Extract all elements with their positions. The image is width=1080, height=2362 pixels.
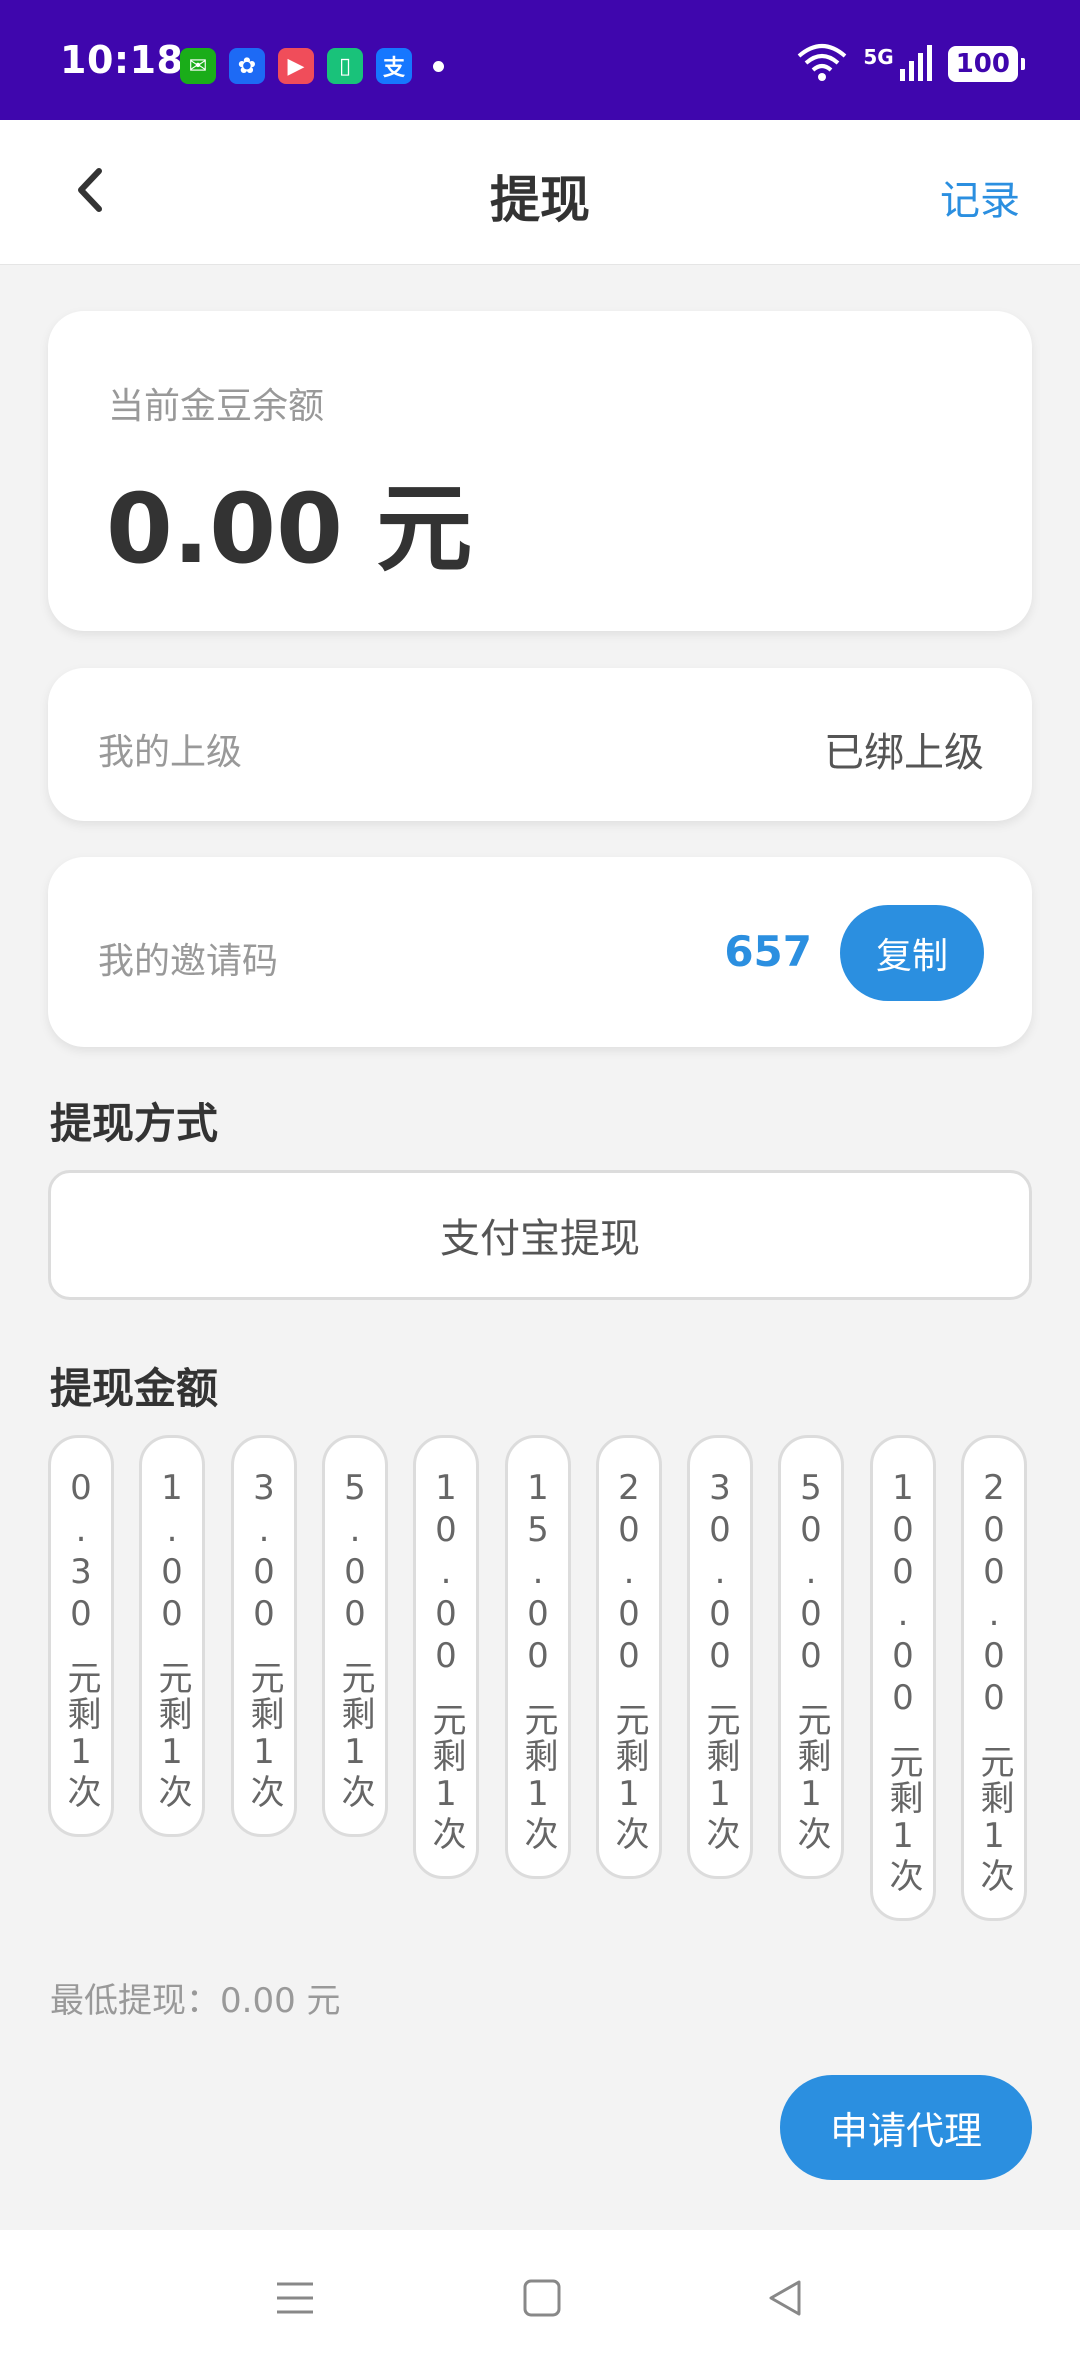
amount-remaining: 元剩1次	[974, 1744, 1014, 1894]
home-square-icon	[523, 2279, 561, 2317]
amount-value: 15.00	[518, 1468, 558, 1678]
menu-button[interactable]	[265, 2268, 325, 2328]
amount-value: 1.00	[152, 1468, 192, 1636]
signal-icon	[899, 43, 934, 85]
network-label: 5G	[863, 45, 894, 69]
page-title: 提现	[490, 171, 590, 229]
amount-value: 200.00	[974, 1468, 1014, 1720]
amount-remaining: 元剩1次	[609, 1702, 649, 1852]
amount-remaining: 元剩1次	[426, 1702, 466, 1852]
fan-app-icon: ✿	[229, 48, 265, 84]
amount-option[interactable]: 0.30 元剩1次	[48, 1435, 114, 1837]
amount-remaining: 元剩1次	[152, 1660, 192, 1810]
battery-indicator: 100	[947, 46, 1026, 82]
copy-button[interactable]: 复制	[840, 905, 984, 1001]
balance-card: 当前金豆余额 0.00 元	[48, 311, 1032, 631]
amount-remaining: 元剩1次	[791, 1702, 831, 1852]
amount-option[interactable]: 100.00 元剩1次	[870, 1435, 936, 1921]
alipay-withdraw-option[interactable]: 支付宝提现	[48, 1170, 1032, 1300]
amount-option[interactable]: 15.00 元剩1次	[505, 1435, 571, 1879]
amount-remaining: 元剩1次	[335, 1660, 375, 1810]
balance-value: 0.00 元	[106, 473, 473, 585]
amount-options: 0.30 元剩1次 1.00 元剩1次 3.00 元剩1次 5.00 元剩1次 10.00 元剩1…	[48, 1435, 1032, 1955]
amount-value: 100.00	[883, 1468, 923, 1720]
nav-bar: 提现 记录	[0, 120, 1080, 265]
amount-option[interactable]: 3.00 元剩1次	[231, 1435, 297, 1837]
status-app-icons: ✉ ✿ ▶ ▯ 支	[180, 48, 444, 84]
amount-option[interactable]: 1.00 元剩1次	[139, 1435, 205, 1837]
invite-label: 我的邀请码	[98, 941, 279, 982]
green-app-icon: ▯	[327, 48, 363, 84]
min-withdraw-text: 最低提现：0.00 元	[50, 1981, 341, 2021]
apply-agent-button[interactable]: 申请代理	[780, 2075, 1032, 2180]
more-notifications-dot	[433, 60, 444, 72]
amount-option[interactable]: 50.00 元剩1次	[778, 1435, 844, 1879]
amount-option[interactable]: 30.00 元剩1次	[687, 1435, 753, 1879]
status-indicators: 5G 100	[795, 42, 1026, 86]
amount-remaining: 元剩1次	[700, 1702, 740, 1852]
amount-value: 5.00	[335, 1468, 375, 1636]
amount-value: 30.00	[700, 1468, 740, 1678]
back-triangle-icon	[769, 2280, 801, 2316]
amount-option[interactable]: 200.00 元剩1次	[961, 1435, 1027, 1921]
amount-remaining: 元剩1次	[518, 1702, 558, 1852]
amount-value: 50.00	[791, 1468, 831, 1678]
alipay-icon: 支	[376, 48, 412, 84]
menu-icon	[277, 2282, 313, 2314]
status-bar: 10:18 ✉ ✿ ▶ ▯ 支 5G 100	[0, 0, 1080, 120]
amount-remaining: 元剩1次	[244, 1660, 284, 1810]
superior-label: 我的上级	[98, 732, 243, 773]
invite-code: 657	[724, 927, 812, 976]
amount-remaining: 元剩1次	[883, 1744, 923, 1894]
amount-value: 20.00	[609, 1468, 649, 1678]
status-time: 10:18	[60, 38, 184, 82]
record-link[interactable]: 记录	[940, 168, 1020, 226]
amount-option[interactable]: 10.00 元剩1次	[413, 1435, 479, 1879]
invite-card: 我的邀请码 657 复制	[48, 857, 1032, 1047]
system-back-button[interactable]	[755, 2268, 815, 2328]
superior-value: 已绑上级	[824, 730, 984, 776]
amount-value: 3.00	[244, 1468, 284, 1636]
amount-option[interactable]: 20.00 元剩1次	[596, 1435, 662, 1879]
video-app-icon: ▶	[278, 48, 314, 84]
withdraw-amount-title: 提现金额	[50, 1364, 219, 1413]
system-nav-bar	[0, 2230, 1080, 2362]
balance-label: 当前金豆余额	[108, 386, 325, 427]
withdraw-method-title: 提现方式	[50, 1099, 219, 1148]
amount-value: 10.00	[426, 1468, 466, 1678]
amount-value: 0.30	[61, 1468, 101, 1636]
home-button[interactable]	[512, 2268, 572, 2328]
superior-card: 我的上级 已绑上级	[48, 668, 1032, 821]
wechat-icon: ✉	[180, 48, 216, 84]
amount-remaining: 元剩1次	[61, 1660, 101, 1810]
amount-option[interactable]: 5.00 元剩1次	[322, 1435, 388, 1837]
wifi-icon	[795, 42, 849, 86]
